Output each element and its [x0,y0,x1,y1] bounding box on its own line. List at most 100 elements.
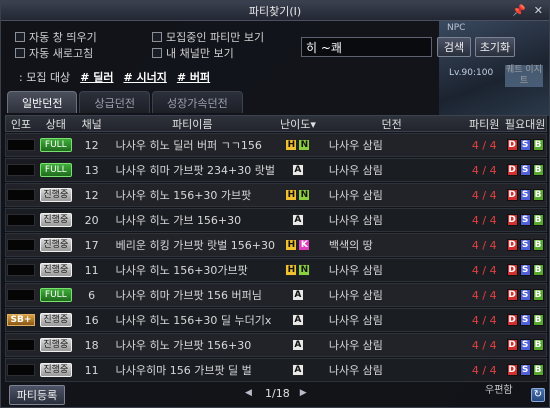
table-row[interactable]: 진행중 11 나사우 히노 156+30가브팟 H N 나사우 삼림 4 / 4 DSB [5,258,547,282]
reset-button[interactable]: 초기화 [475,37,515,57]
table-row[interactable]: FULL 12 나사우 히노 딜러 버퍼 ㄱㄱ156 H N 나사우 삼림 4 / 4 DSB [5,133,547,157]
channel-cell: 18 [84,338,99,352]
dungeon-tabs: 일반던전 상급던전 성장가속던전 [7,91,243,113]
role-badge-b: B [532,239,544,251]
channel-cell: 11 [84,363,99,377]
info-box [6,364,35,376]
status-badge: 진행중 [39,363,72,377]
filter-synergy[interactable]: # 시너지 [123,69,166,85]
info-box [6,189,35,201]
status-badge: 진행중 [39,313,72,327]
role-badge-b: B [532,214,544,226]
quest-badge: 퀘트 이지트 [505,65,543,87]
auto-refresh-option[interactable]: 자동 새로고침 [15,45,93,61]
tab-advanced-dungeon[interactable]: 상급던전 [79,91,150,113]
channel-cell: 12 [84,138,99,152]
tab-growth-dungeon[interactable]: 성장가속던전 [151,91,243,113]
difficulty-badge: A [291,364,304,376]
table-row[interactable]: 진행중 20 나사우 히노 가브 156+30 A 나사우 삼림 4 / 4 DSB [5,208,547,232]
role-badge-d: D [506,189,518,201]
header-members: 파티원 [469,117,500,131]
party-register-button[interactable]: 파티등록 [9,385,65,405]
info-box [6,139,35,151]
role-badge-s: S [519,164,531,176]
role-badge-s: S [519,189,531,201]
status-badge: 진행중 [39,338,72,352]
channel-cell: 20 [84,213,99,227]
table-row[interactable]: FULL 13 나사우 히마 가브팟 234+30 랏벌 A 나사우 삼림 4 / 4 DS… [5,158,547,182]
status-badge: 진행중 [39,188,72,202]
needed-roles-cell: DSB [504,339,546,351]
pin-icon[interactable]: 📌 [512,4,526,17]
table-row[interactable]: 진행중 18 나사우 히노 가브팟 156+30 A 나사우 삼림 4 / 4 DSB [5,333,547,357]
tab-normal-dungeon[interactable]: 일반던전 [7,91,78,113]
role-badge-s: S [519,239,531,251]
role-badge-d: D [506,314,518,326]
role-badge-d: D [506,214,518,226]
search-button[interactable]: 검색 [437,37,471,57]
checkbox[interactable] [15,32,25,42]
difficulty-cell: A [277,214,319,226]
checkbox[interactable] [152,32,162,42]
recruiting-only-option[interactable]: 모집중인 파티만 보기 [152,29,264,45]
header-info: 인포 [10,117,32,131]
role-badge-d: D [506,339,518,351]
status-badge: FULL [39,138,72,152]
needed-roles-cell: DSB [504,139,546,151]
option-label: 내 채널만 보기 [166,47,234,60]
header-needed: 필요대원 [504,117,546,131]
dungeon-cell: 나사우 삼림 [328,339,383,352]
option-checkboxes: 자동 창 띄우기 모집중인 파티만 보기 자동 새로고침 내 채널만 보기 [11,28,311,64]
difficulty-cell: A [277,364,319,376]
dungeon-cell: 나사우 삼림 [328,164,383,177]
info-cell [6,189,36,201]
refresh-icon[interactable]: ↻ [531,388,545,402]
dungeon-cell: 나사우 삼림 [328,289,383,302]
state-cell: 진행중 [36,338,76,352]
info-cell [6,289,36,301]
state-cell: 진행중 [36,238,76,252]
status-badge: 진행중 [39,263,72,277]
difficulty-badge: A [291,214,304,226]
close-icon[interactable]: ✕ [534,4,543,17]
auto-open-option[interactable]: 자동 창 띄우기 [15,29,97,45]
filter-buffer[interactable]: # 버퍼 [177,69,210,85]
needed-roles-cell: DSB [504,264,546,276]
next-page-icon[interactable]: ▶ [300,388,310,400]
role-badge-d: D [506,289,518,301]
checkbox[interactable] [15,48,25,58]
header-channel: 채널 [81,117,102,131]
channel-cell: 12 [84,188,99,202]
role-badge-d: D [506,364,518,376]
table-row[interactable]: 진행중 11 나사우히마 156 가브팟 딜 벌 A 나사우 삼림 4 / 4 DSB [5,358,547,382]
members-cell: 4 / 4 [471,288,497,302]
table-row[interactable]: SB+ 진행중 16 나사우 히노 156+30 딜 누더기x A 나사우 삼림 4 / 4… [5,308,547,332]
channel-cell: 16 [84,313,99,327]
filter-dealer[interactable]: # 딜러 [80,69,113,85]
filter-label: : 모집 대상 [19,71,71,84]
header-difficulty[interactable]: 난이도▾ [277,116,319,132]
role-badge-b: B [532,339,544,351]
my-channel-only-option[interactable]: 내 채널만 보기 [152,45,234,61]
title-bar[interactable]: 파티찾기(I) 📌 ✕ [1,1,549,21]
header-dungeon: 던전 [381,117,402,131]
search-input[interactable] [301,37,432,57]
checkbox[interactable] [152,48,162,58]
table-row[interactable]: FULL 6 나사우 히마 가브팟 156 버퍼님 A 나사우 삼림 4 / 4 DSB [5,283,547,307]
members-cell: 4 / 4 [471,338,497,352]
party-name-cell: 나사우 히노 156+30가브팟 [115,264,248,277]
info-cell [6,364,36,376]
needed-roles-cell: DSB [504,314,546,326]
prev-page-icon[interactable]: ◀ [245,388,255,400]
party-table: 인포 상태 채널 파티이름 난이도▾ 던전 파티원 필요대원 FULL 12 나사우… [5,115,547,382]
option-label: 모집중인 파티만 보기 [166,31,265,44]
dungeon-cell: 나사우 삼림 [328,214,383,227]
info-cell: SB+ [6,314,36,326]
role-badge-d: D [506,139,518,151]
table-row[interactable]: 진행중 12 나사우 히노 156+30 가브팟 H N 나사우 삼림 4 / 4 DSB [5,183,547,207]
table-row[interactable]: 진행중 17 베리운 히킹 가브팟 랏벌 156+30 H K 백색의 땅4 / 4DSB [5,233,547,257]
side-preview: NPC Lv.90:100 퀘트 이지트 [439,21,549,116]
dungeon-cell: 나사우 삼림 [328,139,383,152]
info-box [6,264,35,276]
needed-roles-cell: DSB [504,289,546,301]
